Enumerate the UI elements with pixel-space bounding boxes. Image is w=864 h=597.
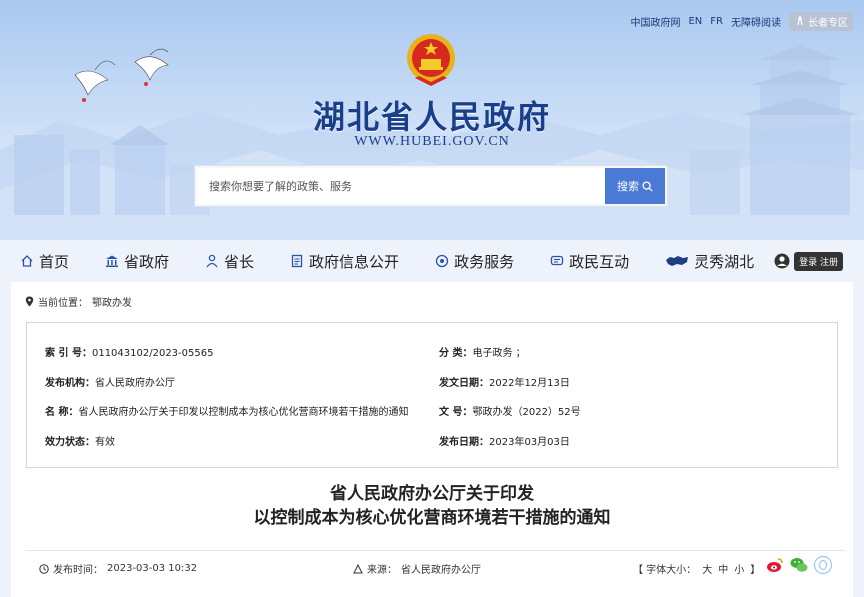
font-size-close: 】 [750, 565, 761, 576]
search-input[interactable] [197, 168, 605, 204]
nav-item-info-disclosure[interactable]: 政府信息公开 [290, 251, 399, 272]
font-size-small[interactable]: 小 [734, 561, 744, 576]
publish-time-label: 发布时间： [53, 565, 103, 576]
site-url: WWW.HUBEI.GOV.CN [354, 134, 510, 149]
meta-issue-date-key: 发文日期： [439, 378, 489, 389]
source-icon [353, 563, 363, 573]
nav-label-governor: 省长 [224, 252, 255, 271]
english-link[interactable]: EN [688, 16, 702, 27]
breadcrumb-current[interactable]: 鄂政办发 [92, 294, 132, 309]
person-icon [206, 254, 218, 268]
nav-label-interaction: 政民互动 [569, 252, 630, 271]
meta-release-date-value: 2023年03月03日 [489, 437, 570, 448]
meta-category: 分 类：电子政务 ； [439, 344, 526, 359]
meta-index-number: 索 引 号：011043102/2023-05565 [45, 344, 213, 359]
document-title-line2: 以控制成本为核心优化营商环境若干措施的通知 [253, 508, 611, 528]
map-icon [666, 256, 689, 266]
meta-status: 效力状态：有效 [45, 433, 115, 448]
search-button-label: 搜索 [617, 180, 639, 193]
nav-item-interaction[interactable]: 政民互动 [550, 251, 629, 272]
elder-zone-button[interactable]: 长者专区 [789, 11, 854, 31]
nav-item-provincial-gov[interactable]: 省政府 [105, 251, 169, 272]
font-size-label: 【 字体大小： [633, 565, 697, 576]
meta-release-date: 发布日期：2023年03月03日 [439, 433, 570, 448]
font-size-large[interactable]: 大 [702, 561, 712, 576]
meta-doc-number-value: 鄂政办发（2022）52号 [472, 407, 581, 418]
meta-name-key: 名 称： [45, 407, 79, 418]
nav-label-info-disclosure: 政府信息公开 [309, 252, 400, 271]
nav-item-scenic-hubei[interactable]: 灵秀湖北 [665, 251, 754, 272]
header-banner: 中国政府网 EN FR 无障碍阅读 长者专区 湖北省人民政府 WWW.HUBEI… [0, 0, 864, 240]
document-metadata: 索 引 号：011043102/2023-05565 分 类：电子政务 ； 发布… [26, 322, 838, 468]
document-icon [291, 254, 303, 268]
source: 来源： 省人民政府办公厅 [353, 561, 481, 576]
meta-publisher-key: 发布机构： [45, 378, 95, 389]
font-size-medium[interactable]: 中 [718, 561, 728, 576]
elder-icon [797, 16, 803, 26]
nav-label-home: 首页 [39, 252, 70, 271]
elder-zone-label: 长者专区 [808, 17, 848, 29]
meta-status-key: 效力状态： [45, 437, 95, 448]
meta-doc-number: 文 号：鄂政办发（2022）52号 [439, 403, 581, 418]
home-icon [21, 255, 33, 267]
nav-item-home[interactable]: 首页 [20, 251, 69, 272]
meta-issue-date-value: 2022年12月13日 [489, 378, 570, 389]
weibo-icon[interactable] [765, 555, 785, 575]
top-links: 中国政府网 EN FR 无障碍阅读 长者专区 [630, 11, 854, 31]
meta-release-date-key: 发布日期： [439, 437, 489, 448]
breadcrumb-label: 当前位置： [38, 298, 88, 309]
meta-issue-date: 发文日期：2022年12月13日 [439, 374, 570, 389]
chat-icon [550, 255, 564, 266]
meta-publisher: 发布机构：省人民政府办公厅 [45, 374, 175, 389]
document-title-line1: 省人民政府办公厅关于印发 [330, 484, 534, 504]
accessible-reading-link[interactable]: 无障碍阅读 [731, 14, 781, 29]
main-nav: 首页 省政府 省长 政府信息公开 政务服务 政民互动 灵秀湖北 登录 注册 [0, 244, 864, 278]
publish-time-value: 2023-03-03 10:32 [107, 563, 198, 574]
meta-name: 名 称：省人民政府办公厅关于印发以控制成本为核心优化营商环境若干措施的通知 [45, 403, 408, 418]
search-button[interactable]: 搜索 [605, 168, 665, 204]
location-pin-icon [25, 296, 34, 307]
login-register-button[interactable]: 登录 注册 [794, 251, 843, 271]
wechat-icon[interactable] [789, 555, 809, 575]
clock-icon [39, 563, 49, 574]
nav-label-provincial-gov: 省政府 [124, 252, 170, 271]
user-avatar-icon[interactable] [774, 253, 790, 269]
source-value: 省人民政府办公厅 [401, 565, 481, 576]
login-area: 登录 注册 [774, 251, 843, 271]
search-box: 搜索 [195, 166, 667, 206]
breadcrumb: 当前位置： 鄂政办发 [25, 294, 132, 309]
site-title: 湖北省人民政府 [312, 98, 551, 136]
meta-publisher-value: 省人民政府办公厅 [95, 378, 175, 389]
document-title: 省人民政府办公厅关于印发 以控制成本为核心优化营商环境若干措施的通知 [11, 482, 853, 530]
nav-label-scenic-hubei: 灵秀湖北 [694, 252, 755, 271]
article-info-bar: 发布时间： 2023-03-03 10:32 来源： 省人民政府办公厅 【 字体… [25, 550, 845, 580]
nav-item-gov-services[interactable]: 政务服务 [435, 251, 514, 272]
meta-category-key: 分 类： [439, 348, 473, 359]
gov-link[interactable]: 中国政府网 [630, 14, 680, 29]
meta-index-number-value: 011043102/2023-05565 [91, 348, 214, 359]
meta-doc-number-key: 文 号： [439, 407, 473, 418]
font-size-control: 【 字体大小： 大 中 小 】 [633, 561, 760, 576]
french-link[interactable]: FR [710, 16, 723, 27]
source-label: 来源： [367, 565, 397, 576]
nav-label-gov-services: 政务服务 [454, 252, 515, 271]
meta-status-value: 有效 [95, 437, 115, 448]
article-content: 当前位置： 鄂政办发 索 引 号：011043102/2023-05565 分 … [11, 282, 853, 597]
service-icon [435, 254, 449, 268]
meta-category-value: 电子政务 ； [472, 348, 526, 359]
qq-icon[interactable] [813, 555, 833, 575]
meta-name-value: 省人民政府办公厅关于印发以控制成本为核心优化营商环境若干措施的通知 [78, 407, 409, 418]
meta-index-number-key: 索 引 号： [45, 348, 92, 359]
search-icon [642, 180, 653, 192]
share-buttons [765, 555, 833, 575]
publish-time: 发布时间： 2023-03-03 10:32 [39, 561, 197, 576]
national-emblem-icon [407, 34, 455, 86]
nav-item-governor[interactable]: 省长 [205, 251, 254, 272]
building-icon [106, 255, 119, 267]
